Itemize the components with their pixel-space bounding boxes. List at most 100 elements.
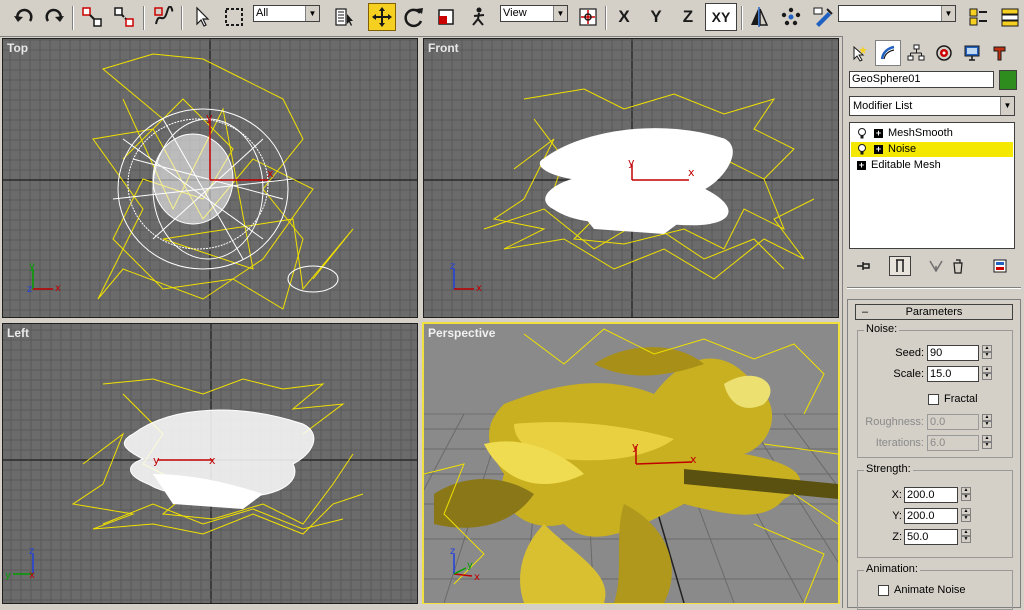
iterations-input[interactable]: 6.0 <box>927 435 979 451</box>
expand-plus-icon[interactable]: + <box>874 145 883 154</box>
spinner-down-icon[interactable]: ▼ <box>982 421 992 428</box>
parameters-rollout-header[interactable]: – Parameters <box>855 304 1013 320</box>
select-and-scale-button[interactable] <box>432 3 460 31</box>
toolbar-separator <box>72 6 74 30</box>
strength-x-input[interactable]: 200.0 <box>904 487 958 503</box>
iterations-value: 6.0 <box>930 437 946 449</box>
named-selection-sets-dropdown[interactable]: ▼ <box>838 5 956 22</box>
tab-hierarchy[interactable] <box>903 40 929 66</box>
spinner-up-icon[interactable]: ▲ <box>961 529 971 536</box>
scale-input[interactable]: 15.0 <box>927 366 979 382</box>
spinner-down-icon[interactable]: ▼ <box>961 515 971 522</box>
modifier-list-dropdown[interactable]: Modifier List ▼ <box>849 96 1015 116</box>
tab-create[interactable] <box>847 40 873 66</box>
viewport-left[interactable]: y x z y x Left <box>2 323 418 604</box>
spinner-down-icon[interactable]: ▼ <box>982 442 992 449</box>
select-and-link-button[interactable] <box>78 3 106 31</box>
select-object-button[interactable] <box>188 3 216 31</box>
pin-stack-button[interactable] <box>853 256 875 276</box>
fractal-checkbox[interactable] <box>928 394 939 405</box>
stack-item-editable-mesh[interactable]: + Editable Mesh <box>851 158 1013 173</box>
status-strip <box>0 604 840 608</box>
stack-item-noise[interactable]: + Noise <box>851 142 1013 157</box>
manipulate-button[interactable] <box>464 3 492 31</box>
bind-to-space-warp-button[interactable] <box>150 3 178 31</box>
spinner-up-icon[interactable]: ▲ <box>982 345 992 352</box>
restrict-y-button[interactable]: Y <box>642 3 670 31</box>
lightbulb-icon[interactable] <box>857 144 867 155</box>
viewport-left-label[interactable]: Left <box>7 326 29 340</box>
spinner-up-icon[interactable]: ▲ <box>961 508 971 515</box>
scale-spinner[interactable]: ▲ ▼ <box>982 366 992 382</box>
tab-motion[interactable] <box>931 40 957 66</box>
array-button[interactable] <box>777 3 805 31</box>
iterations-spinner[interactable]: ▲ ▼ <box>982 435 992 451</box>
restrict-x-button[interactable]: X <box>610 3 638 31</box>
undo-icon <box>14 8 33 22</box>
left-axis-z: z <box>29 546 34 557</box>
show-end-result-button[interactable] <box>889 256 911 276</box>
undo-button[interactable] <box>10 3 38 31</box>
seed-input[interactable]: 90 <box>927 345 979 361</box>
viewport-perspective[interactable]: x y z x y Perspective <box>422 322 840 605</box>
viewport-top-label[interactable]: Top <box>7 41 28 55</box>
animation-group-title: Animation: <box>864 563 920 575</box>
strength-x-spinner[interactable]: ▲ ▼ <box>961 487 971 503</box>
strength-z-value: 50.0 <box>907 531 929 543</box>
left-axis-x: x <box>29 570 35 581</box>
strength-z-input[interactable]: 50.0 <box>904 529 958 545</box>
spinner-up-icon[interactable]: ▲ <box>982 435 992 442</box>
object-name-field[interactable]: GeoSphere01 <box>849 71 994 88</box>
expand-plus-icon[interactable]: + <box>857 161 866 170</box>
make-unique-button[interactable] <box>925 256 947 276</box>
viewport-top[interactable]: x y y x z Top <box>2 38 418 318</box>
spinner-down-icon[interactable]: ▼ <box>961 494 971 501</box>
tab-modify[interactable] <box>875 40 901 66</box>
animate-noise-checkbox[interactable] <box>878 585 889 596</box>
toolbar-separator <box>741 6 743 30</box>
unlink-selection-button[interactable] <box>110 3 138 31</box>
viewport-front[interactable]: x y z x Front <box>423 38 839 318</box>
viewport-perspective-label[interactable]: Perspective <box>428 326 495 340</box>
redo-button[interactable] <box>40 3 68 31</box>
array-icon <box>781 7 801 26</box>
select-and-rotate-button[interactable] <box>400 3 428 31</box>
manipulate-icon <box>472 7 485 26</box>
hierarchy-icon <box>907 44 925 61</box>
spinner-up-icon[interactable]: ▲ <box>961 487 971 494</box>
rectangular-selection-button[interactable] <box>220 3 248 31</box>
select-by-name-button[interactable] <box>330 3 358 31</box>
spinner-up-icon[interactable]: ▲ <box>982 366 992 373</box>
roughness-spinner[interactable]: ▲ ▼ <box>982 414 992 430</box>
move-icon <box>372 7 392 27</box>
selection-filter-dropdown[interactable]: All ▼ <box>253 5 320 22</box>
remove-modifier-button[interactable] <box>947 256 969 276</box>
restrict-z-button[interactable]: Z <box>674 3 702 31</box>
lightbulb-icon[interactable] <box>857 128 867 139</box>
spinner-up-icon[interactable]: ▲ <box>982 414 992 421</box>
reference-coordinate-dropdown[interactable]: View ▼ <box>500 5 568 22</box>
mirror-button[interactable] <box>745 3 773 31</box>
tab-utilities[interactable] <box>987 40 1013 66</box>
spinner-down-icon[interactable]: ▼ <box>961 536 971 543</box>
layer-manager-button[interactable] <box>996 3 1024 31</box>
pivot-point-center-button[interactable] <box>574 3 602 31</box>
spinner-down-icon[interactable]: ▼ <box>982 373 992 380</box>
edit-named-selection-button[interactable] <box>964 3 992 31</box>
stack-item-meshsmooth[interactable]: + MeshSmooth <box>851 126 1013 141</box>
select-and-move-button[interactable] <box>368 3 396 31</box>
align-button[interactable] <box>809 3 837 31</box>
object-color-swatch[interactable] <box>999 70 1017 90</box>
tab-display[interactable] <box>959 40 985 66</box>
roughness-input[interactable]: 0.0 <box>927 414 979 430</box>
viewport-front-label[interactable]: Front <box>428 41 459 55</box>
strength-z-spinner[interactable]: ▲ ▼ <box>961 529 971 545</box>
strength-y-label: Y: <box>892 510 902 522</box>
strength-y-input[interactable]: 200.0 <box>904 508 958 524</box>
configure-modifier-sets-button[interactable] <box>989 256 1011 276</box>
spinner-down-icon[interactable]: ▼ <box>982 352 992 359</box>
strength-y-spinner[interactable]: ▲ ▼ <box>961 508 971 524</box>
restrict-xy-plane-button[interactable]: XY <box>705 3 737 31</box>
seed-spinner[interactable]: ▲ ▼ <box>982 345 992 361</box>
expand-plus-icon[interactable]: + <box>874 129 883 138</box>
